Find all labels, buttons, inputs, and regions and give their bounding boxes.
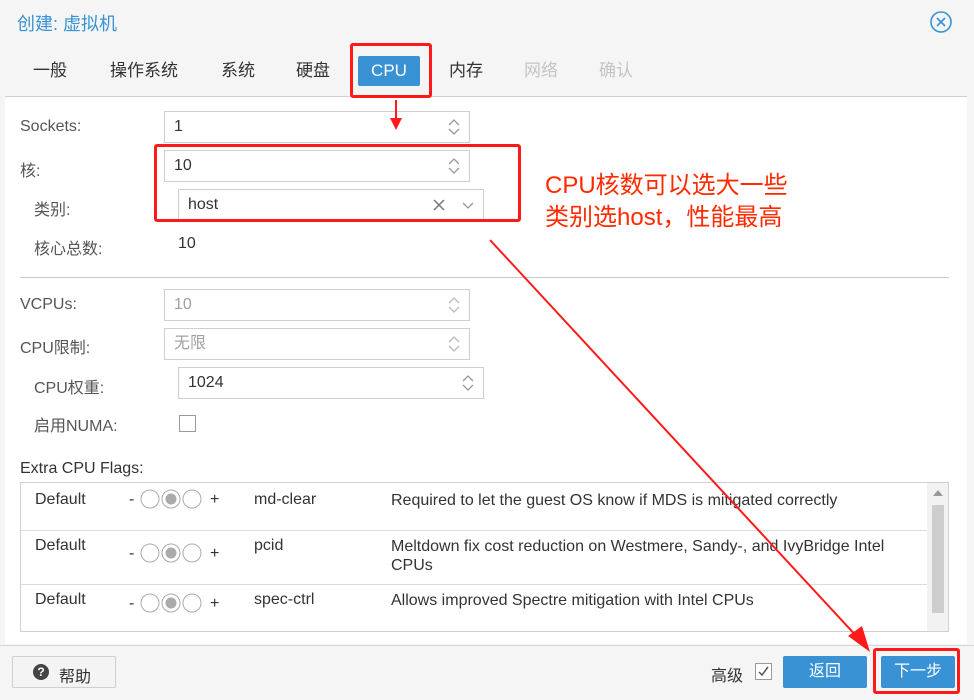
annotation-arrowhead xyxy=(390,118,402,130)
annotation-arrow-line xyxy=(489,239,861,641)
annotation-arrows xyxy=(390,100,870,652)
